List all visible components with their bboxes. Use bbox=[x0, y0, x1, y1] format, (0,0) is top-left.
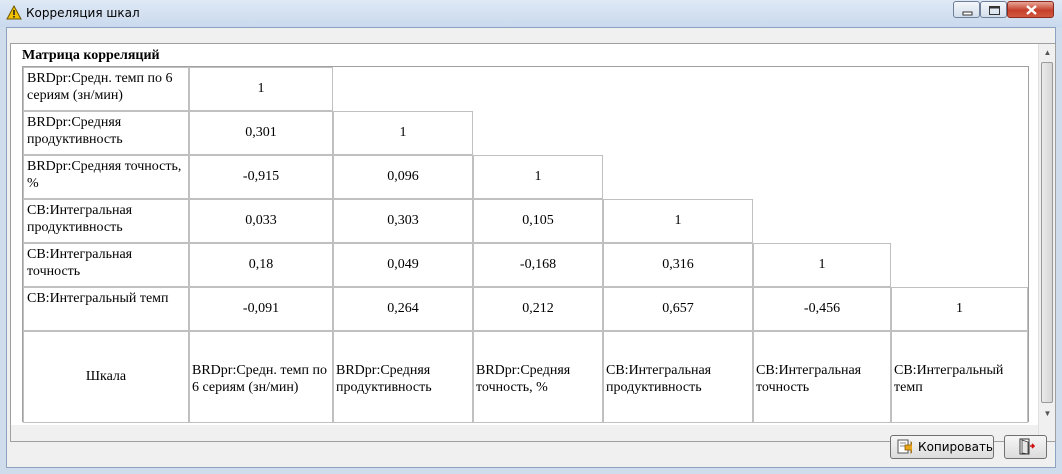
correlation-cell: -0,168 bbox=[473, 243, 603, 287]
copy-button[interactable]: Копировать bbox=[890, 435, 994, 459]
column-header: BRDpr:Средн. темп по 6 сериям (зн/мин) bbox=[189, 331, 333, 423]
correlation-cell: 0,264 bbox=[333, 287, 473, 331]
vertical-scroll-thumb[interactable] bbox=[1041, 62, 1053, 403]
maximize-button[interactable] bbox=[980, 1, 1007, 18]
maximize-icon bbox=[989, 6, 1000, 15]
correlation-cell: -0,091 bbox=[189, 287, 333, 331]
row-label: BRDpr:Средняя точность, % bbox=[23, 155, 189, 199]
exit-door-icon bbox=[1019, 438, 1035, 455]
correlation-cell: 1 bbox=[603, 199, 753, 243]
horizontal-scrollbar[interactable] bbox=[11, 425, 1038, 441]
column-header: BRDpr:Средняя продуктивность bbox=[333, 331, 473, 423]
correlation-cell: 0,049 bbox=[333, 243, 473, 287]
close-icon bbox=[1026, 5, 1037, 15]
correlation-cell: 0,212 bbox=[473, 287, 603, 331]
correlation-cell: -0,915 bbox=[189, 155, 333, 199]
column-header: CB:Интегральная точность bbox=[753, 331, 891, 423]
minimize-icon bbox=[962, 11, 973, 16]
correlation-cell: 0,18 bbox=[189, 243, 333, 287]
correlation-cell: 0,303 bbox=[333, 199, 473, 243]
exit-button[interactable] bbox=[1004, 435, 1047, 459]
window-client: Матрица корреляций BRDpr:Средн. темп по … bbox=[6, 27, 1056, 468]
correlation-cell: 1 bbox=[473, 155, 603, 199]
column-header: CB:Интегральный темп bbox=[891, 331, 1028, 423]
correlation-cell: 0,105 bbox=[473, 199, 603, 243]
row-label: CB:Интегральный темп bbox=[23, 287, 189, 331]
row-label: BRDpr:Средн. темп по 6 сериям (зн/мин) bbox=[23, 67, 189, 111]
correlation-cell: 0,033 bbox=[189, 199, 333, 243]
correlation-cell: 1 bbox=[753, 243, 891, 287]
minimize-button[interactable] bbox=[953, 1, 980, 18]
matrix-view: Матрица корреляций BRDpr:Средн. темп по … bbox=[10, 43, 1056, 442]
row-label: CB:Интегральная точность bbox=[23, 243, 189, 287]
warning-triangle-icon bbox=[6, 5, 22, 20]
window-title: Корреляция шкал bbox=[26, 6, 140, 20]
correlation-cell: 0,096 bbox=[333, 155, 473, 199]
correlation-cell: 0,657 bbox=[603, 287, 753, 331]
row-label: BRDpr:Средняя продуктивность bbox=[23, 111, 189, 155]
matrix-title: Матрица корреляций bbox=[22, 48, 160, 63]
corner-header: Шкала bbox=[23, 331, 189, 423]
correlation-cell: 1 bbox=[189, 67, 333, 111]
scroll-down-arrow-icon[interactable]: ▼ bbox=[1039, 405, 1056, 422]
copy-arrow-icon bbox=[897, 439, 913, 455]
title-bar: Корреляция шкал bbox=[0, 0, 1062, 27]
copy-button-label: Копировать bbox=[918, 440, 993, 454]
row-label: CB:Интегральная продуктивность bbox=[23, 199, 189, 243]
column-header: BRDpr:Средняя точность, % bbox=[473, 331, 603, 423]
correlation-cell: -0,456 bbox=[753, 287, 891, 331]
scroll-up-arrow-icon[interactable]: ▲ bbox=[1039, 44, 1056, 61]
correlation-cell: 0,316 bbox=[603, 243, 753, 287]
vertical-scrollbar[interactable]: ▲ ▼ bbox=[1038, 44, 1055, 441]
correlation-table: BRDpr:Средн. темп по 6 сериям (зн/мин) 1 B… bbox=[22, 66, 1029, 423]
correlation-cell: 0,301 bbox=[189, 111, 333, 155]
column-header: CB:Интегральная продуктивность bbox=[603, 331, 753, 423]
correlation-cell: 1 bbox=[333, 111, 473, 155]
correlation-cell: 1 bbox=[891, 287, 1028, 331]
close-button[interactable] bbox=[1007, 1, 1054, 18]
